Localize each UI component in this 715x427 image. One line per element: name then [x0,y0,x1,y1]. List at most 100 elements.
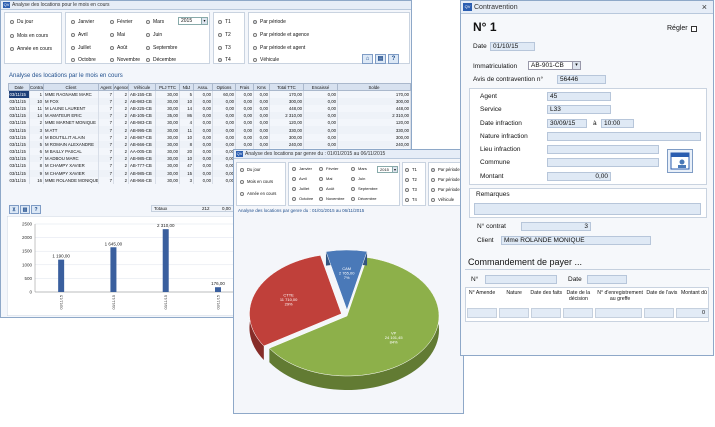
agent-field[interactable]: 45 [547,92,611,101]
option-annee-en-cours[interactable]: Année en cours [10,46,52,52]
avis-field[interactable]: 56446 [557,75,606,84]
column-header[interactable]: Date [8,83,30,91]
column-header[interactable]: Agent [98,83,114,91]
column-header[interactable]: Encaissé [303,83,338,91]
month-option[interactable]: Décembre [351,196,376,201]
table-row[interactable]: 03/11/15 11 M LAUNE LAURENT 7 2 AB-225-CB 30,0… [8,104,411,113]
option-vehicule[interactable]: Véhicule [431,197,454,202]
month-option[interactable]: Septembre [351,186,378,191]
option-mois-en-cours[interactable]: Mois en cours [240,179,273,184]
month-option[interactable]: Mai [110,32,125,38]
immat-select[interactable]: AB-901-CB ▾ [528,61,581,70]
option-vehicule[interactable]: Véhicule [253,57,279,63]
print-icon[interactable]: ▤ [375,54,386,64]
column-header[interactable]: Assu. [193,83,213,91]
column-header[interactable]: Total TTC [269,83,304,91]
remarques-field[interactable] [474,203,701,215]
year-select[interactable]: 2015 ▾ [377,166,398,173]
date-infraction-field[interactable]: 30/09/15 [547,119,587,128]
quarter-option[interactable]: T2 [218,32,231,38]
column-header[interactable]: Client [43,83,99,91]
window-titlebar[interactable]: QV Contravention × [461,1,713,14]
month-option[interactable]: Février [110,19,133,25]
month-option[interactable]: Juin [146,32,162,38]
quarter-option[interactable]: T1 [218,19,231,25]
column-header[interactable]: NbJ [179,83,194,91]
table-row[interactable]: 03/11/15 3 M ATT 7 2 AB-995-CB 30,00 11 0,00 0,00… [8,126,411,134]
month-option[interactable]: Juillet [71,45,91,51]
date-field[interactable]: 01/10/15 [490,42,535,51]
column-header[interactable]: Kms [253,83,270,91]
help-icon[interactable]: ? [31,205,41,214]
montant-field[interactable]: 0,00 [547,172,611,181]
column-header[interactable]: Agence [113,83,129,91]
column-header[interactable]: Solde [337,83,411,91]
month-option[interactable]: Octobre [71,57,96,63]
regler-checkbox[interactable]: Régler [667,25,697,32]
quarter-option[interactable]: T1 [405,167,417,172]
month-option[interactable]: Mars [146,19,164,25]
column-header[interactable]: PLJ TTC [155,83,180,91]
quarter-option[interactable]: T2 [405,177,417,182]
month-option[interactable]: Mars [351,166,367,171]
option-par-periode-agence[interactable]: Par période [431,177,460,182]
close-icon[interactable]: × [702,2,707,12]
option-par-periode[interactable]: Par période [431,167,460,172]
window-titlebar[interactable]: QV Analyse des locations pour le mois en … [1,1,411,10]
heure-field[interactable]: 10:00 [601,119,634,128]
option-par-periode-agent[interactable]: Par période [431,187,460,192]
lieu-field[interactable] [547,145,659,154]
table-row[interactable]: 03/11/15 10 M FOX 7 2 AB-983-CB 30,00 10 0,00 0,0… [8,97,411,105]
option-par-periode[interactable]: Par période [253,19,286,25]
cmd-date-field[interactable] [587,275,627,284]
column-header[interactable]: Options [212,83,236,91]
option-du-jour[interactable]: Du jour [10,19,33,25]
month-option[interactable]: Octobre [292,196,313,201]
table-row[interactable]: 03/11/15 5 M ROMAIN ALEXANDRE 7 2 AB-666-CB 30… [8,140,411,148]
option-mois-en-cours[interactable]: Mois en cours [10,33,48,39]
month-option[interactable]: Janvier [292,166,312,171]
table-row[interactable]: 03/11/15 2 MME MARNET MONIQUE 7 2 AB-983-CB 30… [8,119,411,127]
calendar-person-icon[interactable] [667,149,693,173]
month-option[interactable]: Septembre [146,45,177,51]
year-select[interactable]: 2015 ▾ [178,17,208,25]
month-option[interactable]: Février [319,166,338,171]
home-icon[interactable]: ⌂ [362,54,373,64]
month-option[interactable]: Novembre [110,57,140,63]
commune-field[interactable] [547,158,659,167]
month-option[interactable]: Avril [292,176,307,181]
window-titlebar[interactable]: QV Analyse des locations par genre du : 0… [234,150,463,159]
cmd-table[interactable]: N° Amende Nature Date des faits Date de la … [465,287,710,322]
service-field[interactable]: L33 [547,105,611,114]
month-option[interactable]: Avril [71,32,88,38]
month-option[interactable]: Août [319,186,334,191]
month-option[interactable]: Décembre [146,57,176,63]
month-option[interactable]: Août [110,45,127,51]
month-option[interactable]: Mai [319,176,332,181]
option-par-periode-agent[interactable]: Par période et agent [253,45,305,51]
table-row[interactable]: 03/11/15 4 M BOUTILLIT ALAIN 7 2 AB-987-CB 30,… [8,133,411,141]
month-option[interactable]: Juin [351,176,365,181]
cmd-no-field[interactable] [485,275,557,284]
month-option[interactable]: Juillet [292,186,309,191]
quarter-option[interactable]: T3 [405,187,417,192]
quarter-option[interactable]: T4 [405,197,417,202]
table-row[interactable]: 03/11/15 14 M AMATEUR ERIC 7 2 AB-105-CB 35,00… [8,112,411,120]
quarter-option[interactable]: T3 [218,45,231,51]
chart-icon[interactable]: ▥ [20,205,30,214]
client-field[interactable]: Mme ROLANDE MONIQUE [501,236,651,245]
help-icon[interactable]: ? [388,54,399,64]
cmd-table-row[interactable]: 0 [466,307,710,319]
column-header[interactable]: Véhicule [128,83,156,91]
option-du-jour[interactable]: Du jour [240,167,261,172]
option-annee-en-cours[interactable]: Année en cours [240,191,276,196]
option-par-periode-agence[interactable]: Par période et agence [253,32,309,38]
nature-field[interactable] [547,132,701,141]
contrat-field[interactable]: 3 [521,222,591,231]
month-option[interactable]: Janvier [71,19,94,25]
checkbox[interactable] [690,25,697,32]
column-header[interactable]: Frais [235,83,254,91]
table-row[interactable]: 03/11/15 1 MME RAGNAME MARC 7 2 AB-155-CB 30,0… [8,90,411,98]
month-option[interactable]: Novembre [319,196,344,201]
column-header[interactable]: Contrat [29,83,44,91]
